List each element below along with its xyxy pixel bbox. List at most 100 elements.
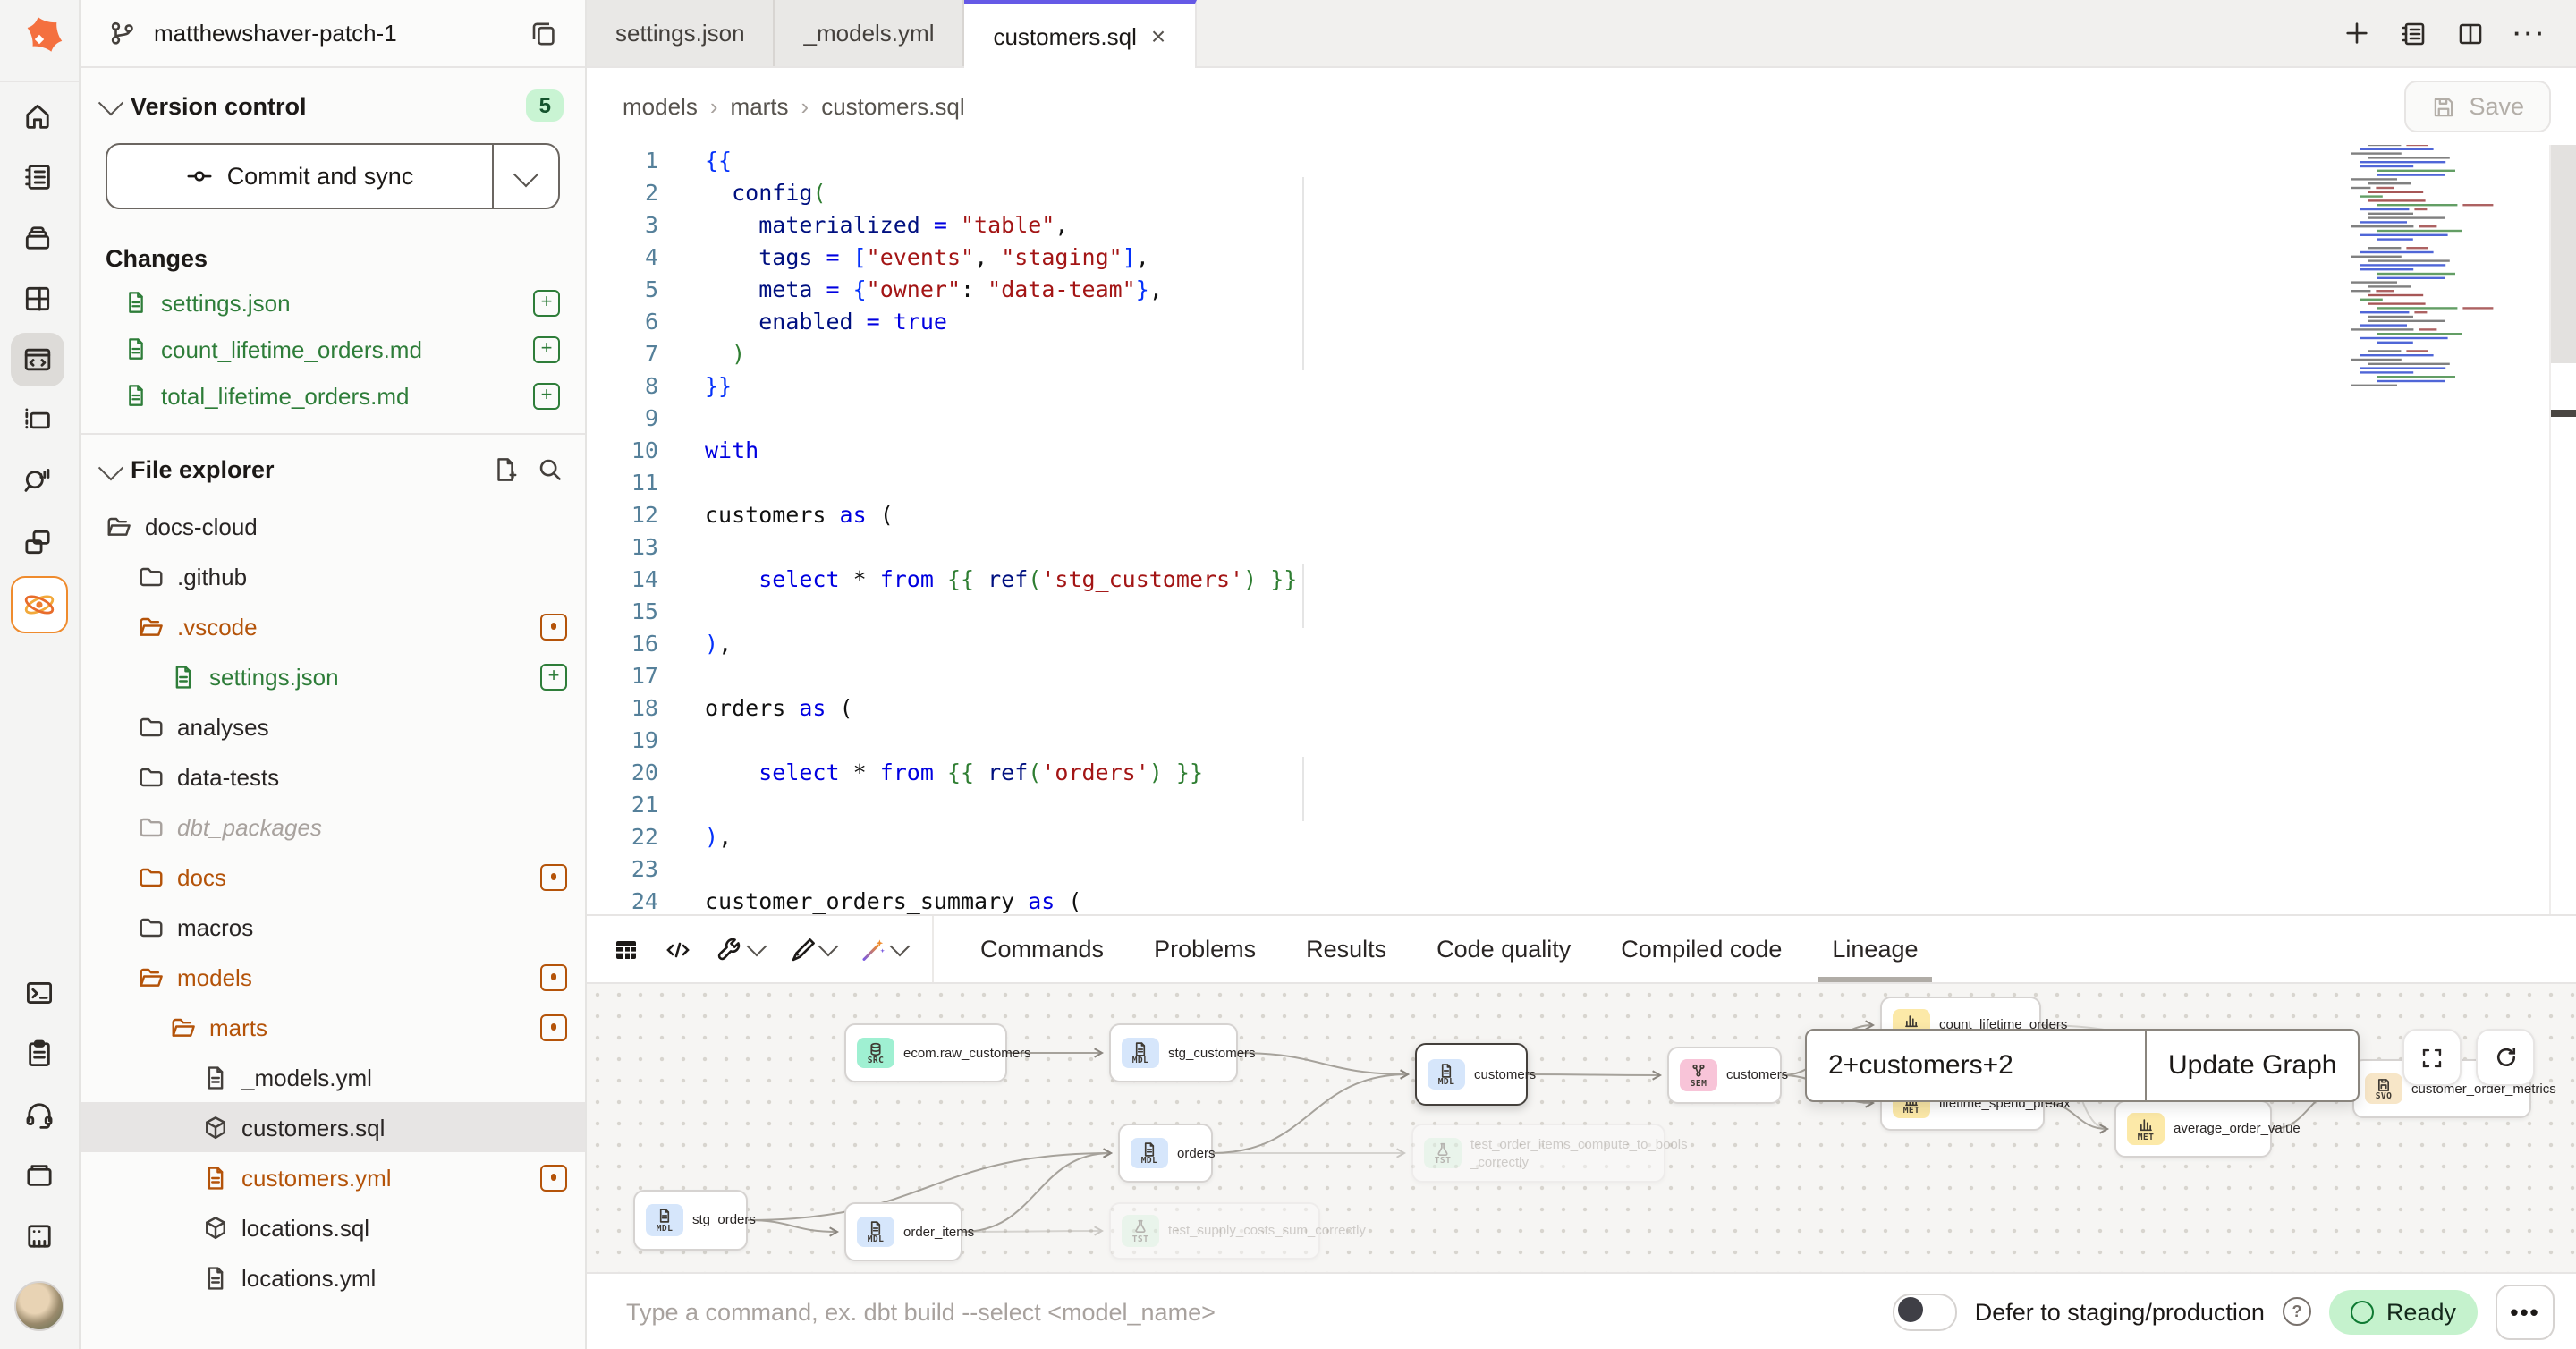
code-line-4: 4 tags = ["events", "staging"],	[587, 242, 2576, 274]
tab-_models.yml[interactable]: _models.yml	[775, 0, 965, 66]
lineage-node-customers[interactable]: MDLcustomers	[1415, 1043, 1528, 1106]
format-dropdown[interactable]	[787, 935, 835, 963]
lineage-search-input[interactable]: 2+customers+2	[1807, 1031, 2147, 1100]
left-rail	[0, 0, 80, 1349]
tree-item-settings.json[interactable]: settings.json+	[80, 651, 585, 701]
panel-tab-commands[interactable]: Commands	[955, 916, 1129, 982]
rail-item-dbt-extension-atom-icon[interactable]	[11, 576, 68, 633]
split-editor-icon[interactable]	[2456, 19, 2485, 47]
rail-item-organization-icon[interactable]	[13, 1209, 66, 1263]
version-control-header[interactable]: Version control 5	[80, 68, 585, 136]
new-file-icon[interactable]	[492, 456, 519, 483]
lineage-canvas[interactable]: SRCecom.raw_customers MDLstg_customers MDL…	[587, 984, 2576, 1272]
code-preview-icon[interactable]	[664, 935, 692, 963]
rail-item-audit-search-icon[interactable]	[11, 454, 64, 508]
changed-file-row[interactable]: settings.json+	[80, 279, 585, 326]
tree-item-docs-cloud[interactable]: docs-cloud	[80, 501, 585, 551]
rail-item-app-frame-icon[interactable]	[11, 394, 64, 447]
stage-file-badge[interactable]: +	[533, 289, 560, 316]
lineage-node-stg_customers[interactable]: MDLstg_customers	[1109, 1023, 1238, 1082]
editor-scrollbar[interactable]	[2549, 145, 2576, 914]
breadcrumb-marts[interactable]: marts	[731, 93, 789, 120]
rail-item-grid-icon[interactable]	[11, 272, 64, 326]
commit-options-caret[interactable]	[494, 145, 558, 208]
update-graph-button[interactable]: Update Graph	[2147, 1031, 2358, 1100]
changed-file-row[interactable]: total_lifetime_orders.md+	[80, 372, 585, 419]
tree-item-dbt_packages[interactable]: dbt_packages	[80, 802, 585, 852]
tree-item-locations.yml[interactable]: locations.yml	[80, 1252, 585, 1302]
copy-branch-icon[interactable]	[524, 13, 564, 53]
rail-item-headset-icon[interactable]	[13, 1088, 66, 1141]
panel-tab-lineage[interactable]: Lineage	[1807, 916, 1943, 982]
panel-tab-compiled-code[interactable]: Compiled code	[1596, 916, 1807, 982]
rail-item-clipboard-icon[interactable]	[13, 1027, 66, 1081]
rail-item-home-icon[interactable]	[11, 89, 64, 143]
lineage-node-ecom.raw_customers[interactable]: SRCecom.raw_customers	[844, 1023, 1007, 1082]
tree-item-customers.sql[interactable]: customers.sql	[80, 1102, 585, 1152]
rail-item-windows-icon[interactable]	[11, 515, 64, 569]
close-tab-icon[interactable]: ×	[1151, 23, 1165, 48]
lineage-refresh-button[interactable]	[2476, 1029, 2535, 1086]
lineage-node-average_order_value[interactable]: METaverage_order_value	[2114, 1100, 2272, 1158]
tree-item-.vscode[interactable]: .vscode	[80, 601, 585, 651]
command-input[interactable]	[623, 1296, 1875, 1327]
lineage-node-orders[interactable]: MDLorders	[1118, 1124, 1213, 1183]
minimap[interactable]	[2343, 145, 2497, 401]
ai-assist-dropdown[interactable]	[859, 935, 907, 963]
code-line-6: 6 enabled = true	[587, 306, 2576, 338]
tree-item-data-tests[interactable]: data-tests	[80, 751, 585, 802]
defer-toggle[interactable]	[1893, 1293, 1957, 1330]
panel-tab-results[interactable]: Results	[1281, 916, 1411, 982]
code-line-3: 3 materialized = "table",	[587, 209, 2576, 242]
more-actions-icon[interactable]: ···	[2513, 20, 2547, 47]
lineage-node-test_supply_costs_sum_correctly[interactable]: TSTtest_supply_costs_sum_correctly	[1109, 1202, 1320, 1260]
rail-item-code-editor-icon[interactable]	[11, 333, 64, 386]
rail-item-notebook-icon[interactable]	[11, 150, 64, 204]
code-line-15: 15	[587, 596, 2576, 628]
tree-item-analyses[interactable]: analyses	[80, 701, 585, 751]
new-tab-icon[interactable]	[2343, 20, 2370, 47]
rail-item-archive-icon[interactable]	[11, 211, 64, 265]
lineage-fullscreen-button[interactable]	[2402, 1029, 2462, 1086]
stage-file-badge[interactable]: +	[533, 335, 560, 362]
lineage-node-customers[interactable]: SEMcustomers	[1667, 1047, 1782, 1104]
code-line-5: 5 meta = {"owner": "data-team"},	[587, 274, 2576, 306]
save-button[interactable]: Save	[2404, 81, 2551, 132]
tree-item-.github[interactable]: .github	[80, 551, 585, 601]
build-tools-dropdown[interactable]	[716, 935, 764, 963]
lineage-node-order_items[interactable]: MDLorder_items	[844, 1202, 962, 1261]
search-icon[interactable]	[537, 456, 564, 483]
help-icon[interactable]: ?	[2283, 1297, 2311, 1326]
format-pen-icon	[787, 935, 816, 963]
collection-icon	[23, 1159, 55, 1192]
code-editor[interactable]: 1{{2 config(3 materialized = "table",4 t…	[587, 145, 2576, 914]
commit-and-sync-button[interactable]: Commit and sync	[107, 145, 494, 208]
database-icon	[868, 1041, 884, 1057]
breadcrumb-models[interactable]: models	[623, 93, 698, 120]
tab-settings.json[interactable]: settings.json	[587, 0, 775, 66]
tab-customers.sql[interactable]: customers.sql×	[964, 0, 1196, 68]
breadcrumb-file[interactable]: customers.sql	[821, 93, 964, 120]
tree-item-macros[interactable]: macros	[80, 902, 585, 952]
tree-item-_models.yml[interactable]: _models.yml	[80, 1052, 585, 1102]
tree-item-docs[interactable]: docs	[80, 852, 585, 902]
tree-item-customers.yml[interactable]: customers.yml	[80, 1152, 585, 1202]
changed-file-row[interactable]: count_lifetime_orders.md+	[80, 326, 585, 372]
lineage-node-test_order_items_compute_to_bools[interactable]: TSTtest_order_items_compute_to_bools _co…	[1411, 1124, 1665, 1183]
tree-item-models[interactable]: models	[80, 952, 585, 1002]
rail-item-terminal-icon[interactable]	[13, 966, 66, 1020]
tree-item-marts[interactable]: marts	[80, 1002, 585, 1052]
lineage-node-stg_orders[interactable]: MDLstg_orders	[633, 1190, 748, 1251]
panel-tab-code-quality[interactable]: Code quality	[1411, 916, 1596, 982]
code-line-14: 14 select * from {{ ref('stg_customers')…	[587, 564, 2576, 596]
user-avatar[interactable]	[14, 1281, 64, 1331]
file-explorer-header[interactable]: File explorer	[80, 435, 585, 501]
statusbar-more-button[interactable]: •••	[2496, 1284, 2555, 1339]
rail-item-collection-icon[interactable]	[13, 1149, 66, 1202]
home-icon	[21, 100, 54, 132]
panel-tab-problems[interactable]: Problems	[1129, 916, 1281, 982]
tree-item-locations.sql[interactable]: locations.sql	[80, 1202, 585, 1252]
notebook-panel-icon[interactable]	[2399, 19, 2428, 47]
stage-file-badge[interactable]: +	[533, 382, 560, 409]
results-table-icon[interactable]	[612, 935, 640, 963]
